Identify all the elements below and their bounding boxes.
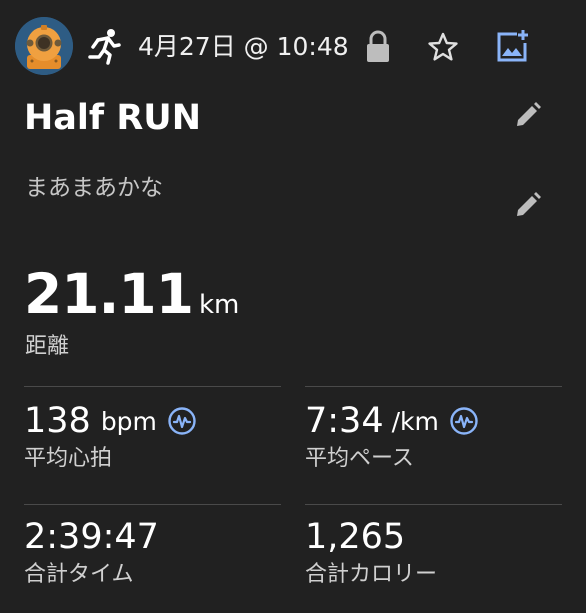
distance-unit: km [198,290,240,320]
add-photo-icon[interactable] [495,29,529,63]
pace-label: 平均ペース [305,446,414,471]
heart-rate-label: 平均心拍 [24,446,113,471]
pace-value: 7:34 [305,401,384,441]
total-time-label: 合計タイム [24,562,134,587]
heart-rate-stat[interactable]: 138 bpm 平均心拍 [24,400,197,474]
distance-value-row: 21.11 km [24,263,239,325]
pace-stat[interactable]: 7:34 /km 平均ペース [305,400,479,474]
pace-chart-icon[interactable] [449,406,479,436]
divider [24,504,281,505]
edit-note-pencil-icon[interactable] [513,190,543,220]
activity-note: まあまあかな [25,175,163,201]
heart-rate-value: 138 [24,401,91,441]
heart-rate-unit: bpm [100,406,157,436]
diving-helmet-avatar-icon [15,17,73,75]
distance-label: 距離 [25,334,70,359]
calories-stat: 1,265 合計カロリー [305,516,437,590]
calories-label: 合計カロリー [305,562,438,587]
divider [305,504,562,505]
activity-title: Half RUN [24,98,201,138]
total-time-value: 2:39:47 [24,517,159,557]
total-time-stat: 2:39:47 合計タイム [24,516,159,590]
divider [24,386,281,387]
lock-icon[interactable] [365,30,391,64]
running-person-icon [84,26,124,66]
edit-title-pencil-icon[interactable] [513,100,543,130]
avatar[interactable] [15,17,73,75]
divider [305,386,562,387]
calories-value: 1,265 [305,517,406,557]
star-outline-icon[interactable] [427,31,459,63]
distance-value: 21.11 [24,262,194,326]
activity-date-time: 4月27日 @ 10:48 [138,32,349,61]
heart-rate-chart-icon[interactable] [167,406,197,436]
pace-unit: /km [391,406,439,436]
